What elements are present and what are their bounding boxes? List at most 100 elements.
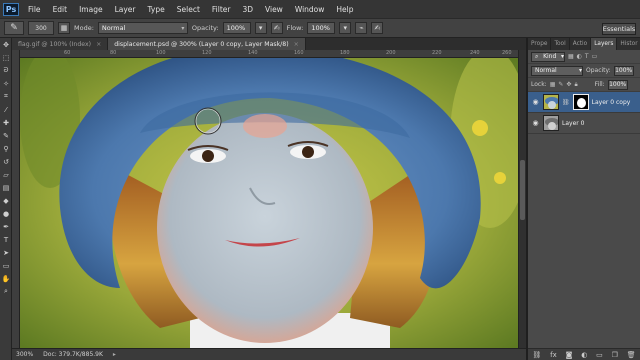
dodge-tool-icon[interactable]: ● xyxy=(0,207,12,220)
eraser-tool-icon[interactable]: ▱ xyxy=(0,168,12,181)
menu-view[interactable]: View xyxy=(259,5,289,14)
ruler-vertical[interactable] xyxy=(12,50,20,348)
pen-pressure-icon: ✍ xyxy=(374,24,381,32)
blend-mode-select[interactable]: Normal ▾ xyxy=(531,65,583,76)
lock-transparency-icon[interactable]: ▦ xyxy=(550,81,556,88)
tab-label: flag.gif @ 100% (Index) xyxy=(18,40,92,48)
fx-icon[interactable]: fx xyxy=(550,351,557,359)
layer-mask-thumbnail[interactable] xyxy=(572,94,589,110)
blur-tool-icon[interactable]: ◆ xyxy=(0,194,12,207)
path-select-tool-icon[interactable]: ➤ xyxy=(0,246,12,259)
tab-actions[interactable]: Actio xyxy=(570,38,592,50)
menu-3d[interactable]: 3D xyxy=(236,5,259,14)
pen-tool-icon[interactable]: ✒ xyxy=(0,220,12,233)
new-layer-icon[interactable]: ❐ xyxy=(612,351,618,359)
document-tab-active[interactable]: displacement.psd @ 300% (Layer 0 copy, L… xyxy=(108,38,306,50)
move-tool-icon[interactable]: ✥ xyxy=(0,38,12,51)
flow-input[interactable]: 100% xyxy=(307,22,336,34)
scroll-thumb[interactable] xyxy=(520,160,525,220)
workspace-switcher[interactable]: Essentials xyxy=(602,23,636,35)
lock-position-icon[interactable]: ✥ xyxy=(566,81,571,88)
menu-type[interactable]: Type xyxy=(142,5,171,14)
document-tab[interactable]: flag.gif @ 100% (Index) × xyxy=(12,38,109,50)
brush-tool-preset[interactable]: ✎ xyxy=(4,21,24,35)
layer-filter-select[interactable]: ⌕ Kind ▾ xyxy=(531,51,565,62)
hand-tool-icon[interactable]: ✋ xyxy=(0,272,12,285)
menu-window[interactable]: Window xyxy=(289,5,331,14)
layer-row[interactable]: ◉ Layer 0 xyxy=(528,113,640,134)
airbrush-icon: ⌁ xyxy=(359,24,364,32)
tab-tool-presets[interactable]: Tool xyxy=(551,38,570,50)
tab-history[interactable]: Histor xyxy=(617,38,640,50)
add-mask-icon[interactable]: ◙ xyxy=(566,351,573,359)
history-brush-tool-icon[interactable]: ↺ xyxy=(0,155,12,168)
flow-dropdown[interactable]: ▾ xyxy=(339,22,352,34)
lock-all-icon[interactable]: 🔒︎ xyxy=(574,81,577,89)
layer-thumbnail[interactable] xyxy=(543,115,559,131)
fill-input[interactable]: 100% xyxy=(607,79,628,90)
brush-size-picker[interactable]: 300 xyxy=(28,21,54,35)
workspace-label: Essentials xyxy=(602,25,636,33)
ruler-tick: 180 xyxy=(340,50,350,56)
lock-pixels-icon[interactable]: ✎ xyxy=(558,81,563,88)
mode-select[interactable]: Normal ▾ xyxy=(97,22,188,34)
tab-layers[interactable]: Layers xyxy=(591,38,618,50)
layer-opacity-input[interactable]: 100% xyxy=(613,65,634,76)
menu-select[interactable]: Select xyxy=(171,5,206,14)
close-icon[interactable]: × xyxy=(294,41,299,48)
crop-tool-icon[interactable]: ⌗ xyxy=(0,90,12,103)
vertical-scrollbar[interactable] xyxy=(518,50,526,348)
brush-panel-toggle[interactable]: ▦ xyxy=(58,22,70,34)
eyedropper-tool-icon[interactable]: ⁄ xyxy=(0,103,12,116)
adjustment-layer-icon[interactable]: ◐ xyxy=(581,351,587,359)
status-menu-arrow-icon[interactable]: ▸ xyxy=(113,351,116,358)
eye-icon[interactable]: ◉ xyxy=(531,98,540,107)
layer-thumbnail[interactable] xyxy=(543,94,559,110)
menu-filter[interactable]: Filter xyxy=(206,5,237,14)
filter-pixel-icon[interactable]: ▦ xyxy=(568,53,574,60)
healing-brush-tool-icon[interactable]: ✚ xyxy=(0,116,12,129)
filter-adjustment-icon[interactable]: ◐ xyxy=(577,53,582,60)
brush-size-value: 300 xyxy=(35,24,47,32)
menu-edit[interactable]: Edit xyxy=(47,5,74,14)
shape-tool-icon[interactable]: ▭ xyxy=(0,259,12,272)
filter-type-icon[interactable]: T xyxy=(585,53,589,60)
menu-image[interactable]: Image xyxy=(73,5,109,14)
ruler-horizontal[interactable]: 60 80 100 120 140 160 180 200 220 240 26… xyxy=(20,50,518,58)
zoom-level[interactable]: 300% xyxy=(16,351,33,358)
chevron-down-icon: ▾ xyxy=(258,24,263,32)
brush-tool-icon[interactable]: ✎ xyxy=(0,129,12,142)
opacity-dropdown[interactable]: ▾ xyxy=(254,22,267,34)
type-tool-icon[interactable]: T xyxy=(0,233,12,246)
airbrush-button[interactable]: ⌁ xyxy=(355,22,368,34)
ruler-tick: 160 xyxy=(294,50,304,56)
layer-name[interactable]: Layer 0 xyxy=(562,120,584,127)
close-icon[interactable]: × xyxy=(96,41,101,48)
link-layers-icon[interactable]: ⛓ xyxy=(532,351,541,359)
pressure-size-button[interactable]: ✍ xyxy=(371,22,384,34)
quick-select-tool-icon[interactable]: ✧ xyxy=(0,77,12,90)
trash-icon[interactable]: 🗑︎ xyxy=(627,351,636,359)
pressure-opacity-button[interactable]: ✍ xyxy=(270,22,283,34)
link-icon[interactable]: ⛓ xyxy=(562,99,570,106)
filter-shape-icon[interactable]: ▭ xyxy=(592,53,598,60)
clone-stamp-tool-icon[interactable]: ⚲ xyxy=(0,142,12,155)
marquee-tool-icon[interactable]: ⬚ xyxy=(0,51,12,64)
eye-icon[interactable]: ◉ xyxy=(531,119,540,128)
document-canvas[interactable] xyxy=(20,58,518,348)
layer-opacity-value: 100% xyxy=(615,67,633,74)
menu-layer[interactable]: Layer xyxy=(109,5,142,14)
tab-properties[interactable]: Prope xyxy=(528,38,552,50)
opacity-input[interactable]: 100% xyxy=(222,22,251,34)
zoom-tool-icon[interactable]: ⌕ xyxy=(0,285,12,298)
lock-label: Lock: xyxy=(531,81,547,88)
group-folder-icon[interactable]: ▭ xyxy=(596,351,603,359)
ruler-tick: 240 xyxy=(470,50,480,56)
layer-name[interactable]: Layer 0 copy xyxy=(592,99,631,106)
lasso-tool-icon[interactable]: ᘐ xyxy=(0,64,12,77)
gradient-tool-icon[interactable]: ▤ xyxy=(0,181,12,194)
layer-row[interactable]: ◉ ⛓ Layer 0 copy xyxy=(528,92,640,113)
menu-file[interactable]: File xyxy=(22,5,47,14)
menu-help[interactable]: Help xyxy=(330,5,359,14)
menu-bar: Ps File Edit Image Layer Type Select Fil… xyxy=(0,0,640,18)
